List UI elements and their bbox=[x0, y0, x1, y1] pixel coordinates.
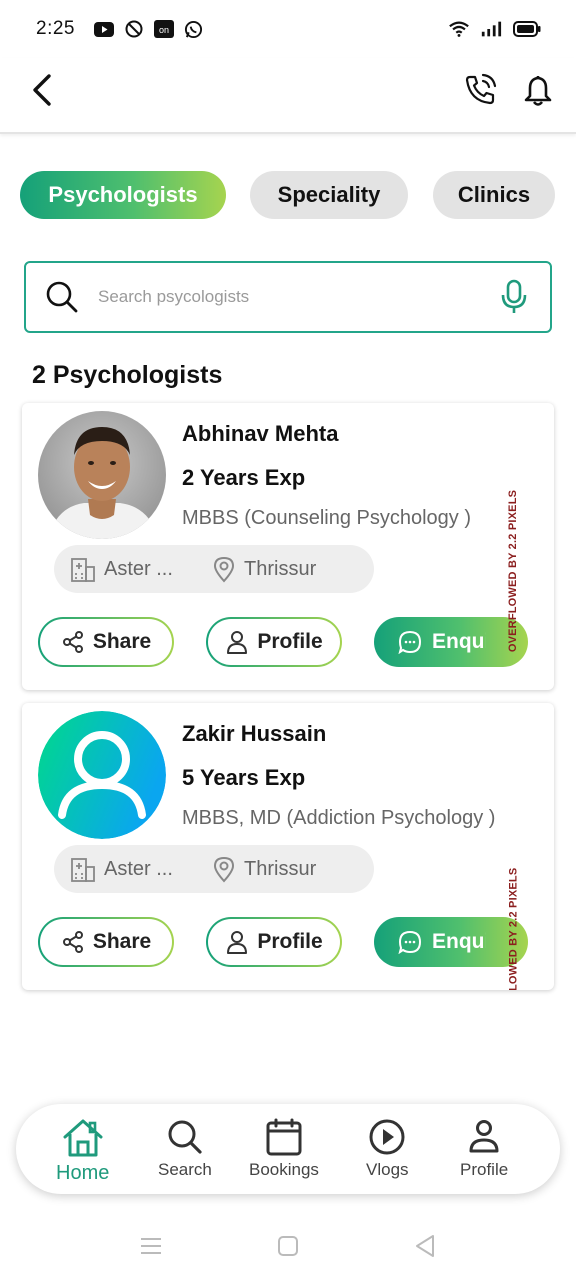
clinic-info: Aster ... bbox=[70, 555, 173, 583]
psychologist-card[interactable]: Zakir Hussain 5 Years Exp MBBS, MD (Addi… bbox=[22, 703, 554, 990]
nav-profile[interactable]: Profile bbox=[460, 1118, 508, 1180]
enquire-label: Enquire bbox=[432, 930, 486, 953]
back-system-button[interactable] bbox=[409, 1230, 441, 1262]
profile-button[interactable]: Profile bbox=[206, 917, 342, 967]
tab-clinics[interactable]: Clinics bbox=[433, 171, 555, 219]
results-count-title: 2 Psychologists bbox=[32, 361, 223, 389]
system-navigation-bar bbox=[0, 1212, 576, 1280]
shield-slash-icon bbox=[123, 18, 145, 40]
psychologist-card[interactable]: Abhinav Mehta 2 Years Exp MBBS (Counseli… bbox=[22, 403, 554, 690]
hospital-building-icon bbox=[71, 858, 95, 882]
app-bar bbox=[0, 58, 576, 134]
notifications-button[interactable] bbox=[518, 70, 558, 110]
chat-bubble-icon bbox=[398, 930, 422, 954]
city-info: Thrissur bbox=[212, 555, 316, 583]
overflow-indicator: RIGHT OVERFLOWED BY 2.2 PIXELS bbox=[502, 843, 524, 990]
chat-bubble-icon bbox=[398, 630, 422, 654]
share-icon bbox=[62, 631, 83, 653]
person-icon bbox=[227, 931, 248, 954]
clinic-info: Aster ... bbox=[70, 855, 173, 883]
tab-psychologists[interactable]: Psychologists bbox=[20, 171, 226, 219]
search-icon bbox=[46, 281, 78, 313]
doctor-name: Zakir Hussain bbox=[182, 721, 327, 746]
doctor-experience: 2 Years Exp bbox=[182, 465, 306, 490]
enquire-label: Enquire bbox=[432, 630, 486, 653]
nav-label: Profile bbox=[460, 1160, 509, 1179]
profile-label: Profile bbox=[257, 930, 323, 953]
city-name: Thrissur bbox=[244, 857, 317, 880]
nav-label: Search bbox=[158, 1160, 212, 1179]
clinic-name: Aster ... bbox=[104, 557, 173, 580]
profile-label: Profile bbox=[257, 630, 323, 653]
youtube-icon bbox=[93, 18, 115, 40]
microphone-icon bbox=[501, 279, 527, 313]
nav-vlogs[interactable]: Vlogs bbox=[366, 1118, 409, 1180]
nav-label: Vlogs bbox=[366, 1160, 409, 1179]
hospital-building-icon bbox=[71, 558, 95, 582]
system-status-icons bbox=[448, 18, 542, 40]
overflow-indicator: OVERFLOWED BY 2.2 PIXELS bbox=[502, 461, 524, 681]
profile-button[interactable]: Profile bbox=[206, 617, 342, 667]
status-bar: 2:25 on bbox=[0, 0, 576, 58]
call-button[interactable] bbox=[460, 70, 500, 110]
clinic-location-pill: Aster ... Thrissur bbox=[54, 845, 374, 893]
share-icon bbox=[62, 931, 83, 953]
home-system-button[interactable] bbox=[272, 1230, 304, 1262]
doctor-qualification: MBBS (Counseling Psychology ) bbox=[182, 507, 472, 529]
nav-bookings[interactable]: Bookings bbox=[249, 1118, 319, 1180]
tab-label: Clinics bbox=[457, 182, 531, 207]
overflow-warning-text: RIGHT OVERFLOWED BY 2.2 PIXELS bbox=[507, 867, 519, 990]
city-info: Thrissur bbox=[212, 855, 316, 883]
share-button[interactable]: Share bbox=[38, 617, 174, 667]
person-icon bbox=[227, 631, 248, 654]
clinic-name: Aster ... bbox=[104, 857, 173, 880]
home-icon bbox=[63, 1119, 103, 1157]
search-icon bbox=[168, 1120, 202, 1154]
tab-label: Speciality bbox=[277, 182, 381, 207]
doctor-photo bbox=[38, 411, 166, 539]
nav-label: Bookings bbox=[249, 1160, 319, 1179]
overflow-warning-text: OVERFLOWED BY 2.2 PIXELS bbox=[507, 489, 520, 653]
nav-search[interactable]: Search bbox=[158, 1118, 212, 1180]
tab-label: Psychologists bbox=[48, 182, 198, 207]
notification-icons: on bbox=[93, 18, 205, 40]
share-button[interactable]: Share bbox=[38, 917, 174, 967]
doctor-qualification: MBBS, MD (Addiction Psychology ) bbox=[182, 807, 496, 829]
person-icon bbox=[469, 1120, 499, 1153]
wifi-icon bbox=[448, 18, 470, 40]
share-label: Share bbox=[92, 630, 152, 653]
bell-icon bbox=[524, 76, 552, 106]
bottom-navigation: Home Search Bookings Vlogs Profile bbox=[16, 1104, 560, 1194]
nav-label: Home bbox=[56, 1162, 110, 1184]
svg-text:on: on bbox=[159, 25, 169, 35]
default-avatar-icon bbox=[38, 711, 166, 839]
square-icon bbox=[278, 1236, 298, 1256]
status-time: 2:25 bbox=[36, 18, 75, 39]
search-box bbox=[24, 261, 552, 333]
menu-lines-icon bbox=[141, 1238, 161, 1254]
nav-home[interactable]: Home bbox=[56, 1118, 109, 1185]
phone-call-icon bbox=[465, 73, 497, 105]
back-arrow-icon bbox=[33, 74, 51, 106]
doctor-name: Abhinav Mehta bbox=[182, 421, 339, 446]
share-label: Share bbox=[92, 930, 152, 953]
search-input[interactable] bbox=[98, 287, 478, 307]
back-button[interactable] bbox=[22, 70, 62, 110]
whatsapp-icon bbox=[183, 18, 205, 40]
battery-icon bbox=[512, 18, 542, 40]
calendar-icon bbox=[266, 1118, 302, 1156]
play-circle-icon bbox=[369, 1119, 405, 1155]
app-badge-icon: on bbox=[153, 18, 175, 40]
location-pin-icon bbox=[213, 556, 235, 583]
tab-speciality[interactable]: Speciality bbox=[250, 171, 408, 219]
menu-button[interactable] bbox=[135, 1230, 167, 1262]
city-name: Thrissur bbox=[244, 557, 317, 580]
microphone-button[interactable] bbox=[496, 279, 532, 315]
doctor-experience: 5 Years Exp bbox=[182, 765, 306, 790]
clinic-location-pill: Aster ... Thrissur bbox=[54, 545, 374, 593]
location-pin-icon bbox=[213, 856, 235, 883]
back-triangle-icon bbox=[416, 1235, 434, 1257]
signal-icon bbox=[480, 18, 502, 40]
